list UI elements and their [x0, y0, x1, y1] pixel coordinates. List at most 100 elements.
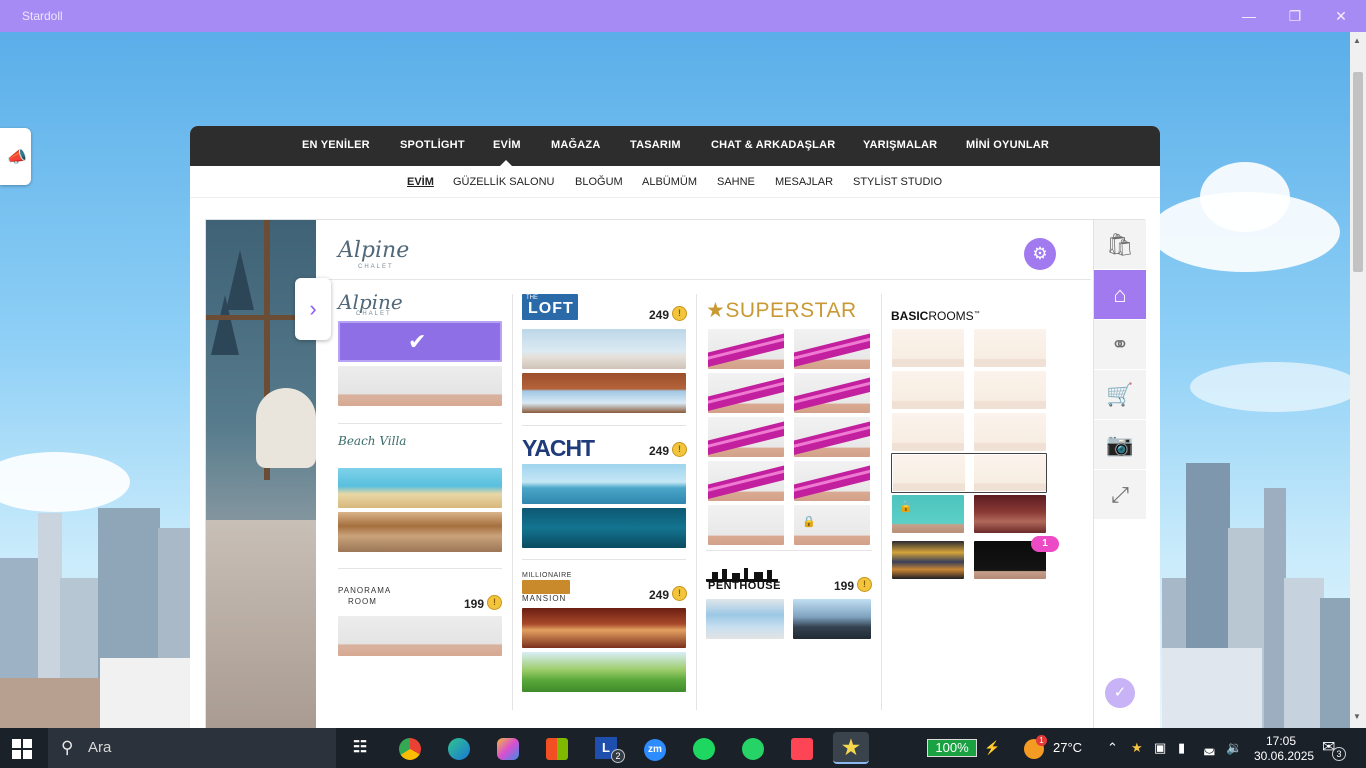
- basic-room-teal[interactable]: 🔒: [892, 495, 964, 533]
- rail-wardrobe-button[interactable]: ⚭: [1094, 320, 1146, 370]
- volume-icon[interactable]: 🔉: [1226, 728, 1242, 768]
- superstar-room-5[interactable]: [708, 417, 784, 457]
- mansion-room-2[interactable]: [522, 652, 686, 692]
- loft-price: 249: [649, 308, 670, 322]
- hanger-icon: ⚭: [1110, 332, 1130, 357]
- l-app[interactable]: L 2: [588, 732, 625, 764]
- chrome-app[interactable]: [392, 732, 428, 764]
- basic-room-6[interactable]: [974, 413, 1046, 451]
- copilot-app[interactable]: [490, 732, 526, 764]
- mansion-logo-line1: MILLIONAIRE: [522, 572, 572, 579]
- taskbar-search[interactable]: ⚲ Ara: [48, 728, 336, 768]
- superstar-room-4[interactable]: [794, 373, 870, 413]
- basic-room-3[interactable]: [892, 371, 964, 409]
- alpine-room-1[interactable]: ✔: [338, 321, 502, 362]
- valorant-icon: [791, 737, 813, 760]
- penthouse-room-2[interactable]: [793, 599, 871, 639]
- subnav-mesajlar[interactable]: MESAJLAR: [775, 176, 833, 188]
- shopping-bag-icon: 🛍: [1106, 232, 1134, 257]
- mansion-room-1[interactable]: [522, 608, 686, 648]
- show-hidden-icons[interactable]: ⌃: [1107, 728, 1118, 768]
- beach-villa-logo: Beach Villa: [338, 434, 407, 448]
- subnav-sahne[interactable]: SAHNE: [717, 176, 755, 188]
- basic-room-cave[interactable]: [974, 495, 1046, 533]
- notification-center[interactable]: ✉ 3: [1322, 728, 1346, 768]
- nav-en-yeniler[interactable]: EN YENİLER: [302, 139, 370, 151]
- loft-room-2[interactable]: [522, 373, 686, 413]
- alpine-room-2[interactable]: [338, 366, 502, 406]
- subnav-albumum[interactable]: ALBÜMÜM: [642, 176, 697, 188]
- store-app[interactable]: [539, 732, 575, 764]
- basic-room-2[interactable]: [974, 329, 1046, 367]
- spotify-app[interactable]: [686, 732, 722, 764]
- zoom-app[interactable]: zm: [637, 732, 673, 764]
- confirm-button[interactable]: ✓: [1105, 678, 1135, 708]
- basic-room-1[interactable]: [892, 329, 964, 367]
- settings-button[interactable]: ⚙: [1024, 238, 1056, 270]
- valorant-app[interactable]: [784, 732, 820, 764]
- beach-villa-room-2[interactable]: [338, 512, 502, 552]
- page-scrollbar[interactable]: ▲ ▼: [1350, 32, 1366, 728]
- nav-tasarim[interactable]: TASARIM: [630, 139, 681, 151]
- minimize-button[interactable]: —: [1226, 0, 1272, 32]
- nav-evim[interactable]: EVİM: [493, 139, 521, 151]
- home-icon: ⌂: [1113, 282, 1127, 307]
- nav-magaza[interactable]: MAĞAZA: [551, 139, 600, 151]
- panorama-logo-line2: ROOM: [348, 597, 377, 606]
- nav-yarismalar[interactable]: YARIŞMALAR: [863, 139, 937, 151]
- window-title: Stardoll: [22, 9, 63, 23]
- task-view-button[interactable]: ☷: [342, 732, 378, 764]
- announcement-tab[interactable]: 📣: [0, 128, 31, 185]
- subnav-stylist-studio[interactable]: STYLİST STUDIO: [853, 176, 942, 188]
- rail-home-button[interactable]: ⌂: [1094, 270, 1146, 320]
- close-button[interactable]: ✕: [1318, 0, 1364, 32]
- basic-room-city[interactable]: [892, 541, 964, 579]
- display-icon[interactable]: ▣: [1154, 728, 1166, 768]
- nav-mini-oyunlar[interactable]: MİNİ OYUNLAR: [966, 139, 1049, 151]
- superstar-room-7[interactable]: [708, 461, 784, 501]
- superstar-room-10[interactable]: 🔒: [794, 505, 870, 545]
- panorama-room-1[interactable]: [338, 616, 502, 656]
- wifi-icon[interactable]: ◛: [1203, 728, 1216, 768]
- start-button[interactable]: [12, 739, 32, 759]
- superstar-room-9[interactable]: [708, 505, 784, 545]
- battery-icon[interactable]: ▮: [1178, 728, 1185, 768]
- subnav-blogum[interactable]: BLOĞUM: [575, 176, 623, 188]
- expand-preview-button[interactable]: ›: [295, 278, 331, 340]
- rail-shop-button[interactable]: 🛍: [1094, 220, 1146, 270]
- basic-room-4[interactable]: [974, 371, 1046, 409]
- maximize-button[interactable]: ❐: [1272, 0, 1318, 32]
- nav-spotlight[interactable]: SPOTLİGHT: [400, 139, 465, 151]
- rail-camera-button[interactable]: 📷: [1094, 420, 1146, 470]
- subnav-evim[interactable]: EVİM: [407, 176, 434, 188]
- scrollbar-thumb[interactable]: [1353, 72, 1363, 272]
- yacht-room-1[interactable]: [522, 464, 686, 504]
- yacht-room-2[interactable]: [522, 508, 686, 548]
- whatsapp-app[interactable]: [735, 732, 771, 764]
- basic-room-5[interactable]: [892, 413, 964, 451]
- star-icon: ★: [706, 299, 726, 322]
- battery-indicator[interactable]: 100%: [927, 739, 977, 757]
- stardoll-app[interactable]: ★: [833, 732, 869, 764]
- star-tray-icon[interactable]: ★: [1131, 728, 1143, 768]
- rail-cart-button[interactable]: 🛒: [1094, 370, 1146, 420]
- panorama-price: 199: [464, 597, 485, 611]
- superstar-room-2[interactable]: [794, 329, 870, 369]
- clock-date[interactable]: 30.06.2025: [1254, 736, 1314, 768]
- subnav-guzellik-salonu[interactable]: GÜZELLİK SALONU: [453, 176, 554, 188]
- weather-widget[interactable]: 1: [1024, 728, 1047, 768]
- loft-room-1[interactable]: [522, 329, 686, 369]
- spotify-icon: [693, 737, 715, 760]
- task-view-icon: ☷: [352, 739, 368, 756]
- mansion-logo-mark: [522, 580, 570, 594]
- edge-app[interactable]: [441, 732, 477, 764]
- rail-fullscreen-button[interactable]: ⤢: [1094, 470, 1146, 520]
- superstar-room-8[interactable]: [794, 461, 870, 501]
- beach-villa-room-1[interactable]: [338, 468, 502, 508]
- superstar-room-6[interactable]: [794, 417, 870, 457]
- superstar-room-3[interactable]: [708, 373, 784, 413]
- superstar-room-1[interactable]: [708, 329, 784, 369]
- penthouse-room-1[interactable]: [706, 599, 784, 639]
- nav-chat-arkadaslar[interactable]: CHAT & ARKADAŞLAR: [711, 139, 835, 151]
- basic-room-selected-pair[interactable]: [891, 453, 1047, 493]
